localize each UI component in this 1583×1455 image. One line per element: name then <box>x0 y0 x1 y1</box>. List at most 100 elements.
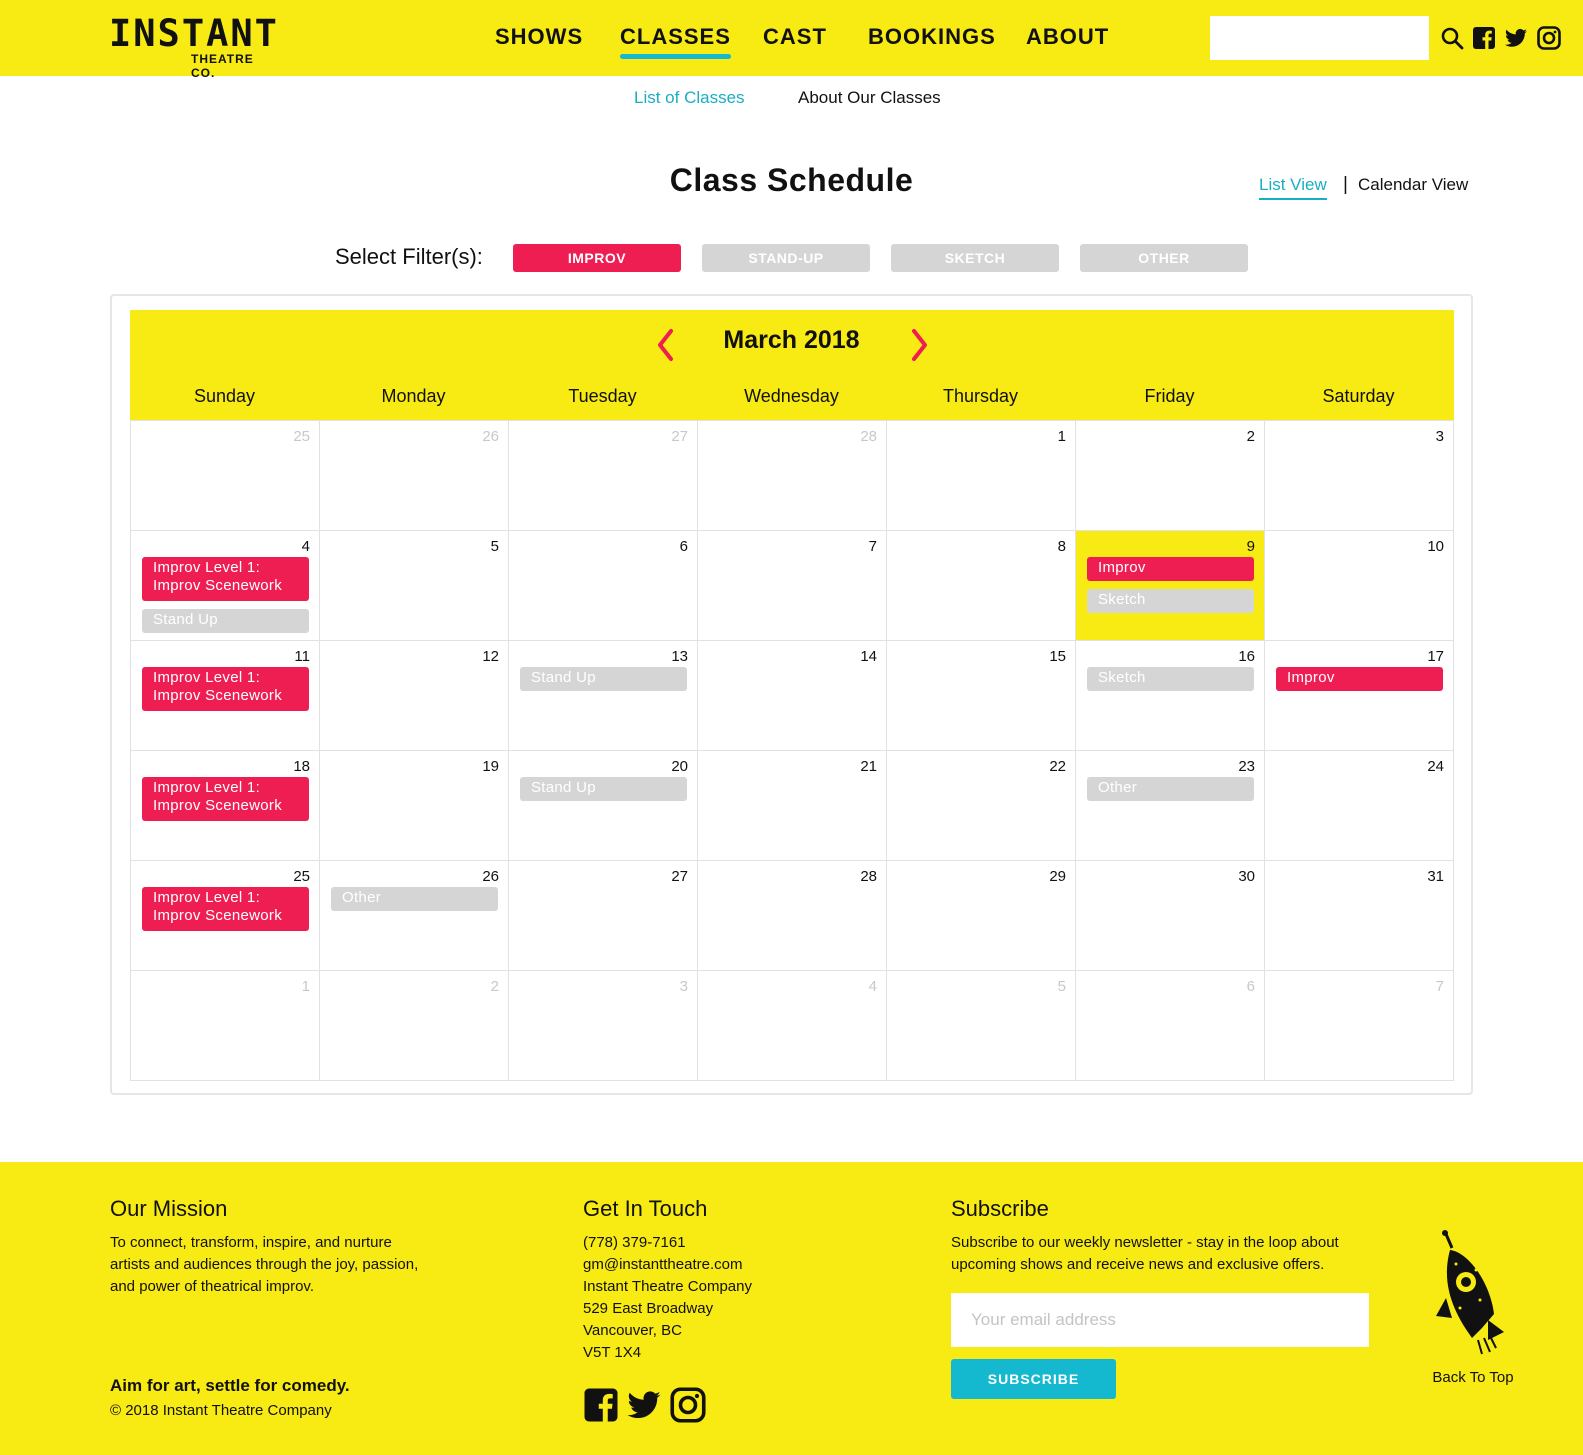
class-event-other[interactable]: Other <box>1087 777 1254 801</box>
calendar-day-cell[interactable]: 4 <box>697 970 887 1081</box>
day-number: 17 <box>1427 648 1444 665</box>
calendar-day-cell[interactable]: 26 Other <box>319 860 509 971</box>
nav-bookings[interactable]: BOOKINGS <box>868 24 996 50</box>
nav-cast[interactable]: CAST <box>763 24 827 50</box>
calendar-day-cell[interactable]: 23 Other <box>1075 750 1265 861</box>
facebook-icon[interactable] <box>1472 26 1496 50</box>
calendar-day-cell[interactable]: 28 <box>697 420 887 531</box>
calendar-day-cell[interactable]: 30 <box>1075 860 1265 971</box>
calendar-day-cell[interactable]: 21 <box>697 750 887 861</box>
calendar-day-cell[interactable]: 2 <box>1075 420 1265 531</box>
subscribe-text: Subscribe to our weekly newsletter - sta… <box>951 1232 1339 1276</box>
footer-twitter-icon[interactable] <box>626 1387 662 1423</box>
calendar-day-cell[interactable]: 7 <box>697 530 887 641</box>
footer-facebook-icon[interactable] <box>583 1387 619 1423</box>
email-field[interactable] <box>951 1293 1369 1347</box>
class-event-improv[interactable]: Improv <box>1276 667 1443 691</box>
day-number: 4 <box>868 978 877 995</box>
nav-shows[interactable]: SHOWS <box>495 24 583 50</box>
class-event-standup[interactable]: Stand Up <box>520 667 687 691</box>
calendar-day-cell[interactable]: 7 <box>1264 970 1454 1081</box>
calendar-day-cell[interactable]: 14 <box>697 640 887 751</box>
rocket-icon[interactable] <box>1432 1228 1512 1364</box>
class-event-standup[interactable]: Stand Up <box>520 777 687 801</box>
calendar-view-link[interactable]: Calendar View <box>1358 175 1468 195</box>
calendar-day-cell[interactable]: 4 Improv Level 1: Improv Scenework Stand U… <box>130 530 320 641</box>
calendar-day-cell[interactable]: 1 <box>886 420 1076 531</box>
calendar-day-cell[interactable]: 28 <box>697 860 887 971</box>
filter-sketch-button[interactable]: SKETCH <box>891 244 1059 272</box>
search-icon[interactable] <box>1440 26 1464 50</box>
day-number: 5 <box>1057 978 1066 995</box>
list-view-link[interactable]: List View <box>1259 175 1327 200</box>
prev-month-icon[interactable] <box>651 325 681 365</box>
class-event-improv[interactable]: Improv <box>1087 557 1254 581</box>
contact-phone[interactable]: (778) 379-7161 <box>583 1232 752 1254</box>
calendar-day-cell[interactable]: 27 <box>508 420 698 531</box>
calendar-day-cell[interactable]: 13 Stand Up <box>508 640 698 751</box>
subnav-list-of-classes[interactable]: List of Classes <box>634 88 745 108</box>
calendar-day-cell[interactable]: 15 <box>886 640 1076 751</box>
calendar-day-cell[interactable]: 9 Improv Sketch <box>1075 530 1265 641</box>
calendar-day-cell[interactable]: 3 <box>508 970 698 1081</box>
day-number: 28 <box>860 428 877 445</box>
filter-standup-button[interactable]: STAND-UP <box>702 244 870 272</box>
back-to-top-link[interactable]: Back To Top <box>1420 1369 1526 1386</box>
calendar-day-cell[interactable]: 11 Improv Level 1: Improv Scenework <box>130 640 320 751</box>
calendar-day-cell[interactable]: 10 <box>1264 530 1454 641</box>
instagram-icon[interactable] <box>1537 26 1561 50</box>
calendar-day-cell[interactable]: 20 Stand Up <box>508 750 698 861</box>
calendar-day-cell[interactable]: 29 <box>886 860 1076 971</box>
calendar-day-cell[interactable]: 31 <box>1264 860 1454 971</box>
twitter-icon[interactable] <box>1504 26 1528 50</box>
calendar-day-cell[interactable]: 12 <box>319 640 509 751</box>
class-event-sketch[interactable]: Sketch <box>1087 667 1254 691</box>
contact-email[interactable]: gm@instanttheatre.com <box>583 1254 752 1276</box>
calendar-day-cell[interactable]: 26 <box>319 420 509 531</box>
calendar-day-cell[interactable]: 5 <box>886 970 1076 1081</box>
mission-text: To connect, transform, inspire, and nurt… <box>110 1232 418 1298</box>
calendar-day-cell[interactable]: 16 Sketch <box>1075 640 1265 751</box>
class-event-improv[interactable]: Improv Level 1: Improv Scenework <box>142 777 309 821</box>
class-event-sketch[interactable]: Sketch <box>1087 589 1254 613</box>
class-event-other[interactable]: Other <box>331 887 498 911</box>
weekday-label: Friday <box>1144 386 1195 406</box>
day-number: 13 <box>671 648 688 665</box>
calendar-day-cell[interactable]: 5 <box>319 530 509 641</box>
filter-label: Select Filter(s): <box>335 244 483 269</box>
calendar-day-cell[interactable]: 1 <box>130 970 320 1081</box>
calendar-day-cell[interactable]: 19 <box>319 750 509 861</box>
calendar-day-cell[interactable]: 6 <box>1075 970 1265 1081</box>
day-number: 16 <box>1238 648 1255 665</box>
tagline: Aim for art, settle for comedy. <box>110 1376 350 1395</box>
calendar-day-cell[interactable]: 25 Improv Level 1: Improv Scenework <box>130 860 320 971</box>
calendar-day-cell[interactable]: 6 <box>508 530 698 641</box>
nav-classes[interactable]: CLASSES <box>620 24 731 59</box>
calendar-day-cell[interactable]: 8 <box>886 530 1076 641</box>
class-event-improv[interactable]: Improv Level 1: Improv Scenework <box>142 887 309 931</box>
calendar-day-cell[interactable]: 22 <box>886 750 1076 861</box>
calendar-day-cell[interactable]: 2 <box>319 970 509 1081</box>
subscribe-button[interactable]: SUBSCRIBE <box>951 1359 1116 1399</box>
day-number: 8 <box>1057 538 1066 555</box>
day-number: 25 <box>293 868 310 885</box>
calendar-day-cell[interactable]: 24 <box>1264 750 1454 861</box>
next-month-icon[interactable] <box>904 325 934 365</box>
calendar-day-cell[interactable]: 25 <box>130 420 320 531</box>
filter-other-button[interactable]: OTHER <box>1080 244 1248 272</box>
day-number: 6 <box>679 538 688 555</box>
mission-heading: Our Mission <box>110 1196 228 1221</box>
class-event-standup[interactable]: Stand Up <box>142 609 309 633</box>
instant-logo[interactable]: INSTANT THEATRE CO. <box>109 14 277 81</box>
calendar-day-cell[interactable]: 3 <box>1264 420 1454 531</box>
footer-instagram-icon[interactable] <box>670 1387 706 1423</box>
nav-about[interactable]: ABOUT <box>1026 24 1109 50</box>
search-input[interactable] <box>1210 16 1429 60</box>
class-event-improv[interactable]: Improv Level 1: Improv Scenework <box>142 557 309 601</box>
filter-improv-button[interactable]: IMPROV <box>513 244 681 272</box>
calendar-day-cell[interactable]: 18 Improv Level 1: Improv Scenework <box>130 750 320 861</box>
calendar-day-cell[interactable]: 17 Improv <box>1264 640 1454 751</box>
subnav-about-our-classes[interactable]: About Our Classes <box>798 88 941 108</box>
calendar-day-cell[interactable]: 27 <box>508 860 698 971</box>
class-event-improv[interactable]: Improv Level 1: Improv Scenework <box>142 667 309 711</box>
